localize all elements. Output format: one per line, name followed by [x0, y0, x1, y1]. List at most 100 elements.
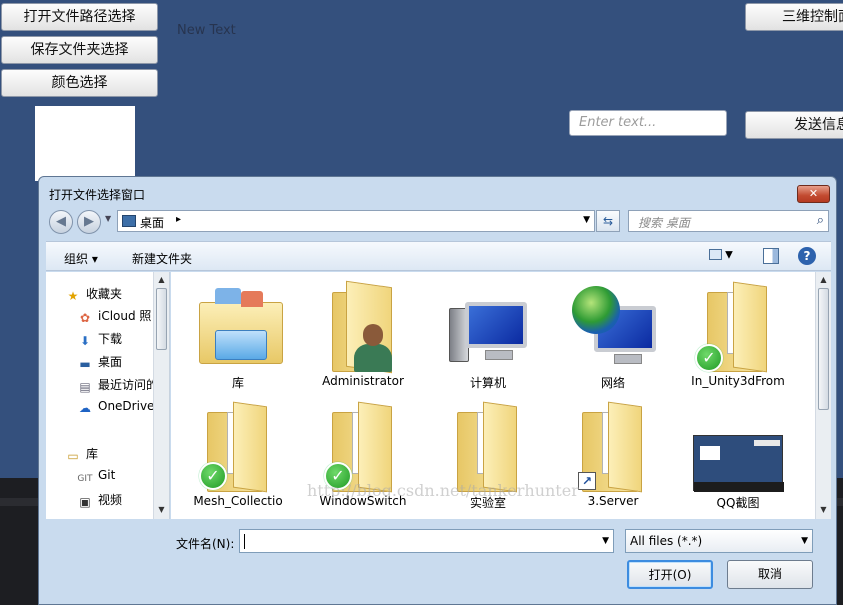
nav-library[interactable]: ▭ 库	[65, 445, 98, 463]
back-arrow-icon[interactable]: ◀	[49, 210, 73, 234]
organize-button[interactable]: 组织 ▾	[64, 250, 98, 267]
color-pick-button[interactable]: 颜色选择	[1, 69, 158, 97]
three-d-control-button[interactable]: 三维控制面	[745, 3, 843, 31]
file-label: QQ截图	[716, 496, 760, 510]
nav-label: 视频	[98, 493, 123, 507]
file-item-network[interactable]: 网络	[558, 280, 668, 391]
computer-icon	[443, 280, 533, 372]
folder-icon	[443, 400, 533, 493]
file-label: 网络	[600, 376, 625, 390]
library-icon	[193, 280, 283, 372]
address-bar[interactable]: 桌面 ▸ ▼	[117, 210, 595, 232]
navigation-pane: ★ 收藏夹 ✿ iCloud 照 ⬇ 下载 ▬ 桌面 ▤ 最近访问的 ☁ OneDrive …	[46, 272, 170, 519]
library-icon: ▭	[67, 449, 79, 463]
filename-input[interactable]: ▼	[239, 529, 614, 553]
file-type-value: All files (*.*)	[630, 534, 703, 548]
image-thumbnail-icon	[693, 400, 784, 492]
filename-label: 文件名(N):	[176, 537, 235, 551]
recent-dropdown-icon[interactable]: ▼	[105, 214, 111, 223]
git-folder-icon: GIT	[77, 474, 93, 484]
file-label: Mesh_Collectio	[193, 494, 283, 508]
send-info-button[interactable]: 发送信息	[745, 111, 843, 139]
scroll-down-icon[interactable]: ▼	[154, 504, 169, 516]
shortcut-arrow-icon: ↗	[578, 472, 596, 490]
open-button[interactable]: 打开(O)	[627, 560, 713, 589]
chevron-down-icon: ▼	[801, 536, 808, 546]
new-text-label: New Text	[177, 23, 236, 38]
scroll-up-icon[interactable]: ▲	[154, 274, 169, 286]
file-item-qq-screenshot[interactable]: QQ截图	[683, 400, 793, 511]
open-file-dialog: 打开文件选择窗口 ✕ ◀ ▶ ▼ 桌面 ▸ ▼ ⇆ 搜索 桌面 ⌕ 组织 ▾ 新…	[38, 176, 837, 605]
nav-label: 桌面	[98, 355, 123, 369]
nav-downloads[interactable]: ⬇ 下载	[77, 330, 122, 348]
preview-pane-icon[interactable]	[763, 248, 779, 264]
view-options-button[interactable]: ▼	[709, 249, 743, 265]
nav-label: Git	[98, 468, 116, 482]
nav-git[interactable]: GIT Git	[77, 468, 115, 486]
scroll-down-icon[interactable]: ▼	[816, 504, 831, 516]
file-item-in-unity3dfrom[interactable]: ✓ In_Unity3dFrom	[683, 280, 793, 388]
forward-arrow-icon[interactable]: ▶	[77, 210, 101, 234]
file-item-administrator[interactable]: Administrator	[308, 280, 418, 388]
file-label: 计算机	[469, 376, 506, 390]
file-item-library[interactable]: 库	[183, 280, 293, 391]
file-label: 库	[231, 376, 244, 390]
text-input[interactable]: Enter text...	[569, 110, 727, 136]
nav-label: 最近访问的	[98, 378, 159, 392]
address-separator-icon[interactable]: ▸	[176, 214, 181, 225]
nav-label: iCloud 照	[98, 309, 152, 323]
view-icon	[709, 249, 722, 260]
file-list-scrollbar[interactable]: ▲ ▼	[815, 272, 831, 519]
file-label: In_Unity3dFrom	[691, 374, 785, 388]
help-icon[interactable]: ?	[798, 247, 816, 265]
synced-folder-icon: ✓	[193, 400, 283, 493]
file-item-mesh-collection[interactable]: ✓ Mesh_Collectio	[183, 400, 293, 508]
nav-recent[interactable]: ▤ 最近访问的	[77, 376, 158, 394]
search-icon[interactable]: ⌕	[817, 213, 824, 228]
recent-places-icon: ▤	[79, 380, 91, 394]
address-location[interactable]: 桌面	[140, 214, 164, 231]
close-button[interactable]: ✕	[797, 185, 830, 203]
filename-dropdown-icon[interactable]: ▼	[602, 536, 609, 546]
file-label: Administrator	[322, 374, 404, 388]
sync-check-icon: ✓	[199, 462, 227, 490]
download-icon: ⬇	[79, 334, 91, 348]
address-dropdown-icon[interactable]: ▼	[583, 215, 590, 225]
cancel-button[interactable]: 取消	[727, 560, 813, 589]
file-item-computer[interactable]: 计算机	[433, 280, 543, 391]
nav-label: OneDrive	[98, 399, 155, 413]
nav-favorites[interactable]: ★ 收藏夹	[65, 285, 122, 303]
nav-scrollbar[interactable]: ▲ ▼	[153, 272, 169, 519]
scroll-up-icon[interactable]: ▲	[816, 274, 831, 286]
icloud-photos-icon: ✿	[79, 311, 91, 325]
nav-videos[interactable]: ▣ 视频	[77, 491, 122, 509]
user-folder-icon	[318, 280, 408, 374]
text-caret	[244, 534, 245, 549]
nav-onedrive[interactable]: ☁ OneDrive	[77, 399, 154, 417]
synced-folder-icon: ✓	[318, 400, 408, 493]
nav-icloud[interactable]: ✿ iCloud 照	[77, 307, 151, 325]
nav-scroll-thumb[interactable]	[156, 288, 167, 350]
nav-label: 库	[86, 447, 99, 461]
save-folder-button[interactable]: 保存文件夹选择	[1, 36, 158, 64]
dialog-titlebar[interactable]: 打开文件选择窗口 ✕	[39, 177, 836, 207]
star-icon: ★	[67, 289, 79, 303]
new-folder-button[interactable]: 新建文件夹	[132, 250, 192, 267]
network-globe-icon	[568, 280, 658, 372]
nav-label: 收藏夹	[86, 287, 123, 301]
dialog-bottom-area: 文件名(N): ▼ All files (*.*) ▼ 打开(O) 取消	[39, 519, 836, 604]
search-input[interactable]: 搜索 桌面 ⌕	[628, 210, 829, 232]
open-path-button[interactable]: 打开文件路径选择	[1, 3, 158, 31]
nav-desktop[interactable]: ▬ 桌面	[77, 353, 122, 371]
file-scroll-thumb[interactable]	[818, 288, 829, 410]
dialog-toolbar: 组织 ▾ 新建文件夹 ▼ ?	[46, 241, 831, 271]
shortcut-folder-icon: ↗	[568, 400, 658, 493]
refresh-icon[interactable]: ⇆	[596, 210, 620, 232]
nav-label: 下载	[98, 332, 123, 346]
desktop-icon: ▬	[79, 357, 91, 371]
file-type-select[interactable]: All files (*.*) ▼	[625, 529, 813, 553]
search-placeholder: 搜索 桌面	[638, 216, 690, 230]
video-icon: ▣	[79, 495, 91, 509]
desktop-icon	[122, 215, 136, 227]
synced-folder-icon: ✓	[693, 280, 783, 373]
